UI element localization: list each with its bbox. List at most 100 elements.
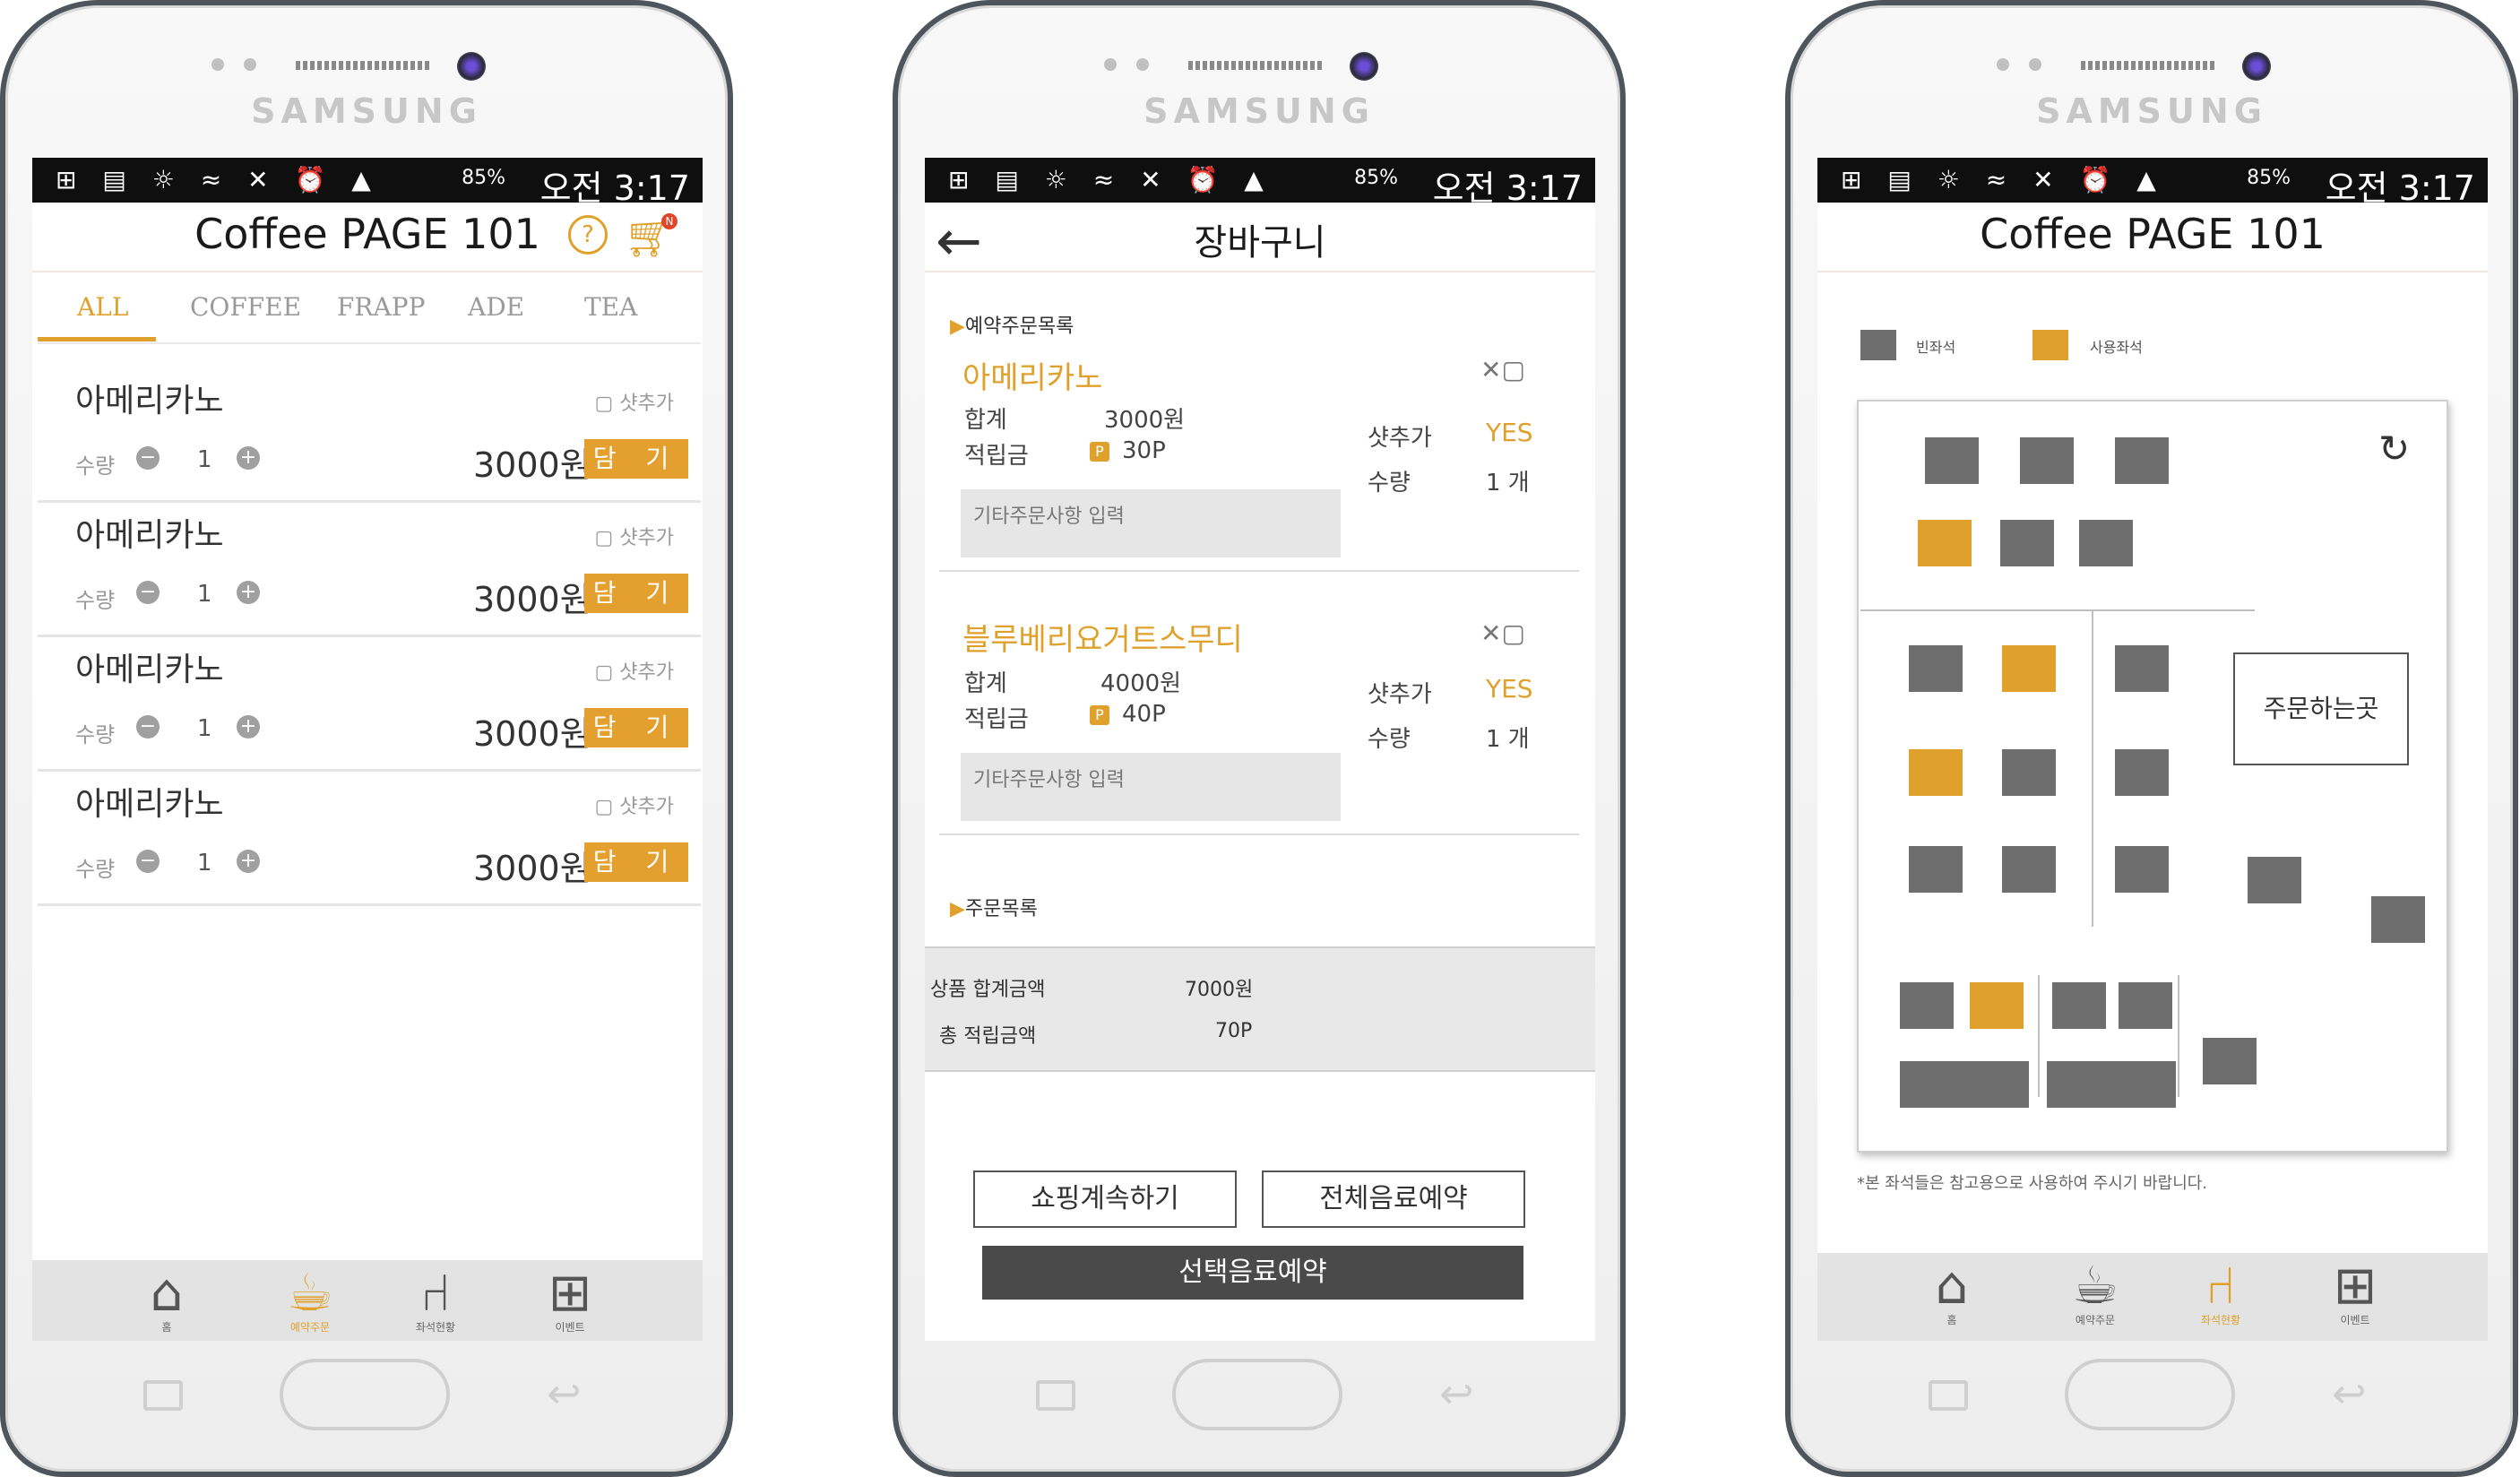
- recent-apps-button[interactable]: [143, 1380, 183, 1411]
- back-button[interactable]: ↩︎: [1439, 1369, 1474, 1418]
- decrease-qty-button[interactable]: −: [136, 581, 160, 604]
- qty-value: 1 개: [1486, 470, 1530, 497]
- item-name: 아메리카노: [75, 652, 224, 688]
- seat[interactable]: [2020, 437, 2074, 484]
- decrease-qty-button[interactable]: −: [136, 715, 160, 738]
- home-button[interactable]: [280, 1359, 450, 1430]
- triangle-icon: ▶: [950, 898, 965, 920]
- increase-qty-button[interactable]: +: [237, 581, 260, 604]
- tab-all[interactable]: ALL: [77, 292, 128, 322]
- recent-apps-button[interactable]: [1929, 1380, 1968, 1411]
- nav-label: 이벤트: [555, 1321, 585, 1334]
- back-button[interactable]: ↩︎: [547, 1369, 582, 1418]
- shot-option-checkbox[interactable]: ▢ 샷추가: [594, 790, 674, 819]
- footnote: *본 좌석들은 참고용으로 사용하여 주시기 바랍니다.: [1857, 1174, 2208, 1193]
- refresh-icon[interactable]: ↻: [2378, 427, 2410, 471]
- remove-item-button[interactable]: ✕▢: [1480, 618, 1525, 648]
- remove-item-button[interactable]: ✕▢: [1480, 355, 1525, 384]
- back-button[interactable]: ↩︎: [2332, 1369, 2367, 1418]
- screen: ⊞ ▤ ☼ ≈ ✕ ⏰ ▲ 85% 오전 3:17 Coffee PAGE 10…: [1817, 158, 2488, 1341]
- decrease-qty-button[interactable]: −: [136, 850, 160, 873]
- speaker-grille: [1188, 61, 1323, 70]
- nav-event[interactable]: ⊞ 이벤트: [516, 1260, 624, 1334]
- tab-coffee[interactable]: COFFEE: [190, 292, 301, 322]
- seat[interactable]: [1900, 982, 1954, 1029]
- app-title: Coffee PAGE 101: [1980, 210, 2326, 258]
- shot-option-label: 샷추가: [619, 527, 674, 549]
- cart-badge: N: [661, 213, 677, 229]
- item-price: 3000원: [473, 849, 591, 888]
- triangle-icon: ▶: [950, 315, 965, 338]
- qty-value: 1 개: [1486, 726, 1530, 753]
- table-long[interactable]: [1900, 1061, 2029, 1108]
- points-value: P 30P: [1090, 437, 1166, 464]
- seat[interactable]: [2371, 896, 2425, 943]
- table-long[interactable]: [2047, 1061, 2176, 1108]
- home-button[interactable]: [1172, 1359, 1342, 1430]
- nav-seat-status[interactable]: ⑁ 좌석현황: [382, 1260, 489, 1334]
- home-icon: ⌂: [150, 1262, 184, 1323]
- add-to-cart-button[interactable]: 담 기: [584, 708, 688, 747]
- reserve-all-button[interactable]: 전체음료예약: [1262, 1170, 1525, 1228]
- title-separator: [925, 271, 1595, 272]
- battery-percent: 85%: [462, 167, 505, 189]
- cart-item-name: 아메리카노: [962, 360, 1103, 396]
- item-name: 아메리카노: [75, 786, 224, 823]
- recent-apps-button[interactable]: [1036, 1380, 1075, 1411]
- seat[interactable]: [2115, 645, 2169, 692]
- nav-label: 홈: [161, 1321, 172, 1334]
- seat[interactable]: [1918, 520, 1972, 566]
- seat[interactable]: [2079, 520, 2133, 566]
- seat[interactable]: [1970, 982, 2024, 1029]
- nav-seat-status[interactable]: ⑁ 좌석현황: [2167, 1253, 2274, 1327]
- seat[interactable]: [2203, 1038, 2257, 1084]
- seat[interactable]: [2115, 846, 2169, 893]
- seat[interactable]: [1909, 749, 1963, 796]
- home-button[interactable]: [2065, 1359, 2235, 1430]
- shot-value: YES: [1486, 674, 1533, 704]
- help-icon[interactable]: ?: [568, 215, 608, 255]
- brand-logo: SAMSUNG: [1143, 91, 1375, 131]
- order-memo-input[interactable]: 기타주문사항 입력: [961, 753, 1341, 821]
- nav-reserve-order[interactable]: ☕︎ 예약주문: [2041, 1253, 2149, 1327]
- increase-qty-button[interactable]: +: [237, 850, 260, 873]
- seat[interactable]: [2115, 437, 2169, 484]
- seat[interactable]: [2248, 857, 2301, 903]
- add-to-cart-button[interactable]: 담 기: [584, 574, 688, 613]
- seat[interactable]: [1909, 645, 1963, 692]
- tab-ade[interactable]: ADE: [468, 292, 524, 322]
- order-memo-input[interactable]: 기타주문사항 입력: [961, 489, 1341, 557]
- seat[interactable]: [2002, 645, 2056, 692]
- decrease-qty-button[interactable]: −: [136, 446, 160, 470]
- seat[interactable]: [2115, 749, 2169, 796]
- seat[interactable]: [1909, 846, 1963, 893]
- seat[interactable]: [2002, 749, 2056, 796]
- status-bar: ⊞ ▤ ☼ ≈ ✕ ⏰ ▲ 85% 오전 3:17: [925, 158, 1595, 208]
- nav-home[interactable]: ⌂ 홈: [113, 1260, 220, 1334]
- shot-option-checkbox[interactable]: ▢ 샷추가: [594, 522, 674, 550]
- seat[interactable]: [2119, 982, 2172, 1029]
- shot-option-label: 샷추가: [619, 393, 674, 415]
- seat[interactable]: [1925, 437, 1979, 484]
- add-to-cart-button[interactable]: 담 기: [584, 439, 688, 479]
- increase-qty-button[interactable]: +: [237, 446, 260, 470]
- nav-home[interactable]: ⌂ 홈: [1898, 1253, 2006, 1327]
- divider-wall: [2178, 975, 2179, 1097]
- tab-tea[interactable]: TEA: [584, 292, 637, 322]
- seat[interactable]: [2000, 520, 2054, 566]
- seat-map: ↻ 주문하는곳: [1857, 400, 2448, 1153]
- continue-shopping-button[interactable]: 쇼핑계속하기: [973, 1170, 1237, 1228]
- nav-reserve-order[interactable]: ☕︎ 예약주문: [256, 1260, 364, 1334]
- subtotal-label: 상품 합계금액: [930, 979, 1046, 1001]
- clock: 오전 3:17: [1432, 168, 1583, 208]
- seat[interactable]: [2052, 982, 2106, 1029]
- seat[interactable]: [2002, 846, 2056, 893]
- tab-frapp[interactable]: FRAPP: [337, 292, 425, 322]
- reserve-selected-button[interactable]: 선택음료예약: [982, 1246, 1523, 1300]
- shot-option-checkbox[interactable]: ▢ 샷추가: [594, 656, 674, 685]
- nav-label: 좌석현황: [415, 1321, 456, 1334]
- increase-qty-button[interactable]: +: [237, 715, 260, 738]
- shot-option-checkbox[interactable]: ▢ 샷추가: [594, 387, 674, 416]
- nav-event[interactable]: ⊞ 이벤트: [2301, 1253, 2409, 1327]
- add-to-cart-button[interactable]: 담 기: [584, 842, 688, 882]
